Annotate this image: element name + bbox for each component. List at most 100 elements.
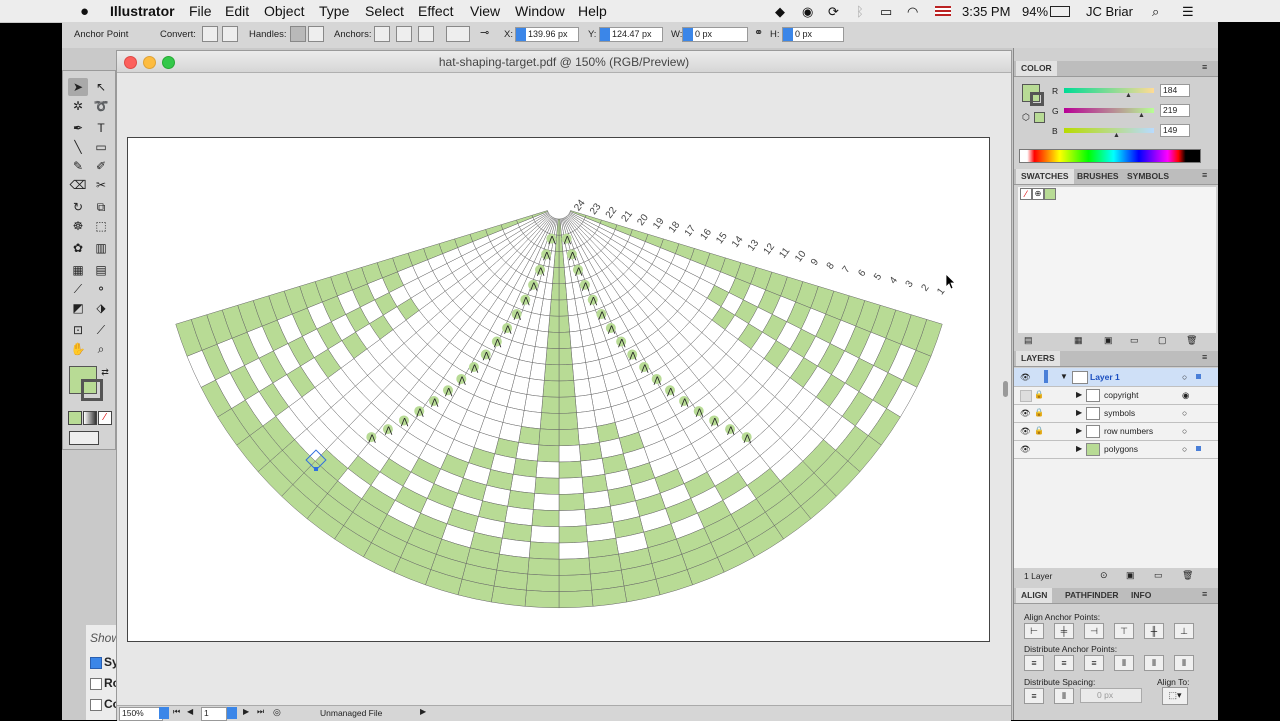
visibility-eye-icon[interactable]: 👁 bbox=[1020, 440, 1031, 458]
distribute-left-button[interactable]: ⫴ bbox=[1114, 655, 1134, 671]
align-to-dropdown[interactable]: ⬚▾ bbox=[1162, 687, 1188, 705]
distribute-top-button[interactable]: ≡ bbox=[1024, 655, 1044, 671]
color-panel-menu-icon[interactable]: ≡ bbox=[1202, 62, 1207, 72]
apple-menu-icon[interactable]: ● bbox=[80, 3, 89, 20]
layers-tab[interactable]: LAYERS bbox=[1016, 351, 1060, 366]
dropbox-icon[interactable]: ◆ bbox=[775, 4, 785, 20]
us-flag-icon[interactable] bbox=[935, 6, 951, 16]
h-stepper[interactable] bbox=[783, 28, 793, 41]
vertical-scrollbar-thumb[interactable] bbox=[1003, 381, 1008, 397]
isolate-icon[interactable]: ⊸ bbox=[480, 26, 496, 42]
info-tab[interactable]: INFO bbox=[1126, 588, 1156, 603]
distribute-hcenter-button[interactable]: ⫴ bbox=[1144, 655, 1164, 671]
hat-chart[interactable]: ⋀⋀⋀⋀⋀⋀⋀⋀⋀⋀⋀⋀⋀⋀⋀⋀⋀⋀⋀⋀⋀⋀⋀⋀⋀⋀⋀⋀⋀⋀⋀⋀⋀⋀123456… bbox=[128, 138, 989, 641]
b-slider-thumb[interactable]: ▲ bbox=[1113, 132, 1120, 139]
color-mode-button[interactable] bbox=[68, 411, 82, 425]
layer-name[interactable]: Layer 1 bbox=[1090, 368, 1120, 386]
menu-window[interactable]: Window bbox=[515, 3, 565, 19]
expand-triangle-icon[interactable]: ▶ bbox=[1076, 422, 1082, 440]
stroke-swatch[interactable] bbox=[81, 379, 103, 401]
target-icon[interactable]: ○ bbox=[1182, 404, 1187, 422]
prev-artboard-icon[interactable]: ◀ bbox=[187, 707, 193, 716]
show-handles-button[interactable] bbox=[290, 26, 306, 42]
color-spectrum-bar[interactable] bbox=[1019, 149, 1201, 163]
b-slider[interactable] bbox=[1064, 128, 1154, 133]
align-left-button[interactable]: ⊢ bbox=[1024, 623, 1044, 639]
w-field[interactable]: 0 px bbox=[682, 27, 748, 42]
target-filled-icon[interactable]: ◉ bbox=[1182, 386, 1189, 404]
warp-tool-icon[interactable]: ☸ bbox=[68, 217, 88, 235]
new-sublayer-icon[interactable]: ▭ bbox=[1154, 570, 1163, 581]
magic-wand-tool-icon[interactable]: ✲ bbox=[68, 97, 88, 115]
last-artboard-icon[interactable]: ⏭ bbox=[257, 707, 264, 717]
visibility-empty-icon[interactable] bbox=[1020, 390, 1032, 402]
distribute-bottom-button[interactable]: ≡ bbox=[1084, 655, 1104, 671]
make-clipping-mask-icon[interactable]: ▣ bbox=[1126, 570, 1135, 581]
cut-path-button[interactable] bbox=[418, 26, 434, 42]
swatch-registration[interactable]: ⊕ bbox=[1032, 188, 1044, 200]
symbols-tab[interactable]: SYMBOLS bbox=[1122, 169, 1174, 184]
r-slider-thumb[interactable]: ▲ bbox=[1125, 92, 1132, 99]
slice-tool-icon[interactable]: ⟋ bbox=[91, 321, 111, 339]
artboard-tool-icon[interactable]: ⊡ bbox=[68, 321, 88, 339]
sublayer-name[interactable]: copyright bbox=[1104, 386, 1139, 404]
symbol-sprayer-tool-icon[interactable]: ✿ bbox=[68, 239, 88, 257]
swatches-tab[interactable]: SWATCHES bbox=[1016, 169, 1074, 184]
record-icon[interactable]: ◉ bbox=[802, 4, 813, 20]
layer-row-layer1[interactable]: 👁 ▼ Layer 1 ○ bbox=[1014, 368, 1219, 387]
expand-triangle-icon[interactable]: ▶ bbox=[1076, 404, 1082, 422]
pathfinder-tab[interactable]: PATHFINDER bbox=[1060, 588, 1124, 603]
connect-anchors-button[interactable] bbox=[396, 26, 412, 42]
menu-effect[interactable]: Effect bbox=[418, 3, 454, 19]
y-stepper[interactable] bbox=[600, 28, 610, 41]
color-tab[interactable]: COLOR bbox=[1016, 61, 1057, 76]
zoom-tool-icon[interactable]: ⌕ bbox=[91, 340, 111, 358]
show-kinds-icon[interactable]: ▦ bbox=[1074, 335, 1083, 346]
checkbox-2[interactable] bbox=[90, 678, 102, 690]
swap-fill-stroke-icon[interactable]: ⇄ bbox=[95, 363, 115, 381]
distribute-right-button[interactable]: ⫴ bbox=[1174, 655, 1194, 671]
lock-icon[interactable]: 🔒 bbox=[1034, 422, 1044, 440]
delete-layer-icon[interactable]: 🗑 bbox=[1182, 570, 1193, 581]
notification-center-icon[interactable]: ☰ bbox=[1182, 4, 1194, 20]
layers-panel-menu-icon[interactable]: ≡ bbox=[1202, 352, 1207, 362]
new-color-group-icon[interactable]: ▭ bbox=[1130, 335, 1139, 346]
artboard-dropdown[interactable] bbox=[227, 707, 237, 719]
blend-tool-icon[interactable]: ⚬ bbox=[91, 280, 111, 298]
selection-tool-icon[interactable]: ➤ bbox=[68, 78, 88, 96]
convert-smooth-button[interactable] bbox=[222, 26, 238, 42]
h-field[interactable]: 0 px bbox=[782, 27, 844, 42]
zoom-dropdown[interactable] bbox=[159, 707, 169, 719]
swatch-green[interactable] bbox=[1044, 188, 1056, 200]
distribute-vcenter-button[interactable]: ≡ bbox=[1054, 655, 1074, 671]
spotlight-icon[interactable]: ⌕ bbox=[1152, 4, 1159, 20]
menu-view[interactable]: View bbox=[470, 3, 500, 19]
target-icon[interactable]: ○ bbox=[1182, 422, 1187, 440]
distribute-vertical-space-button[interactable]: ≡ bbox=[1024, 688, 1044, 704]
hand-tool-icon[interactable]: ✋ bbox=[68, 340, 88, 358]
mesh-tool-icon[interactable]: ▦ bbox=[68, 261, 88, 279]
locate-object-icon[interactable]: ⊙ bbox=[1100, 570, 1108, 581]
sublayer-name[interactable]: polygons bbox=[1104, 440, 1138, 458]
free-transform-tool-icon[interactable]: ⬚ bbox=[91, 217, 111, 235]
x-stepper[interactable] bbox=[516, 28, 526, 41]
type-tool-icon[interactable]: T bbox=[91, 119, 111, 137]
web-safe-swatch[interactable] bbox=[1034, 112, 1045, 123]
constrain-proportions-icon[interactable]: ⚭ bbox=[754, 26, 770, 42]
lock-icon[interactable]: 🔒 bbox=[1034, 404, 1044, 422]
menu-file[interactable]: File bbox=[189, 3, 212, 19]
checkbox-checked[interactable] bbox=[90, 657, 102, 669]
expand-triangle-icon[interactable]: ▶ bbox=[1076, 440, 1082, 458]
w-stepper[interactable] bbox=[683, 28, 693, 41]
sublayer-name[interactable]: row numbers bbox=[1104, 422, 1153, 440]
scale-tool-icon[interactable]: ⧉ bbox=[91, 198, 111, 216]
target-icon[interactable]: ○ bbox=[1182, 368, 1187, 386]
delete-swatch-icon[interactable]: 🗑 bbox=[1186, 335, 1197, 346]
menu-object[interactable]: Object bbox=[264, 3, 304, 19]
selection-indicator[interactable] bbox=[1196, 446, 1201, 451]
rotate-tool-icon[interactable]: ↻ bbox=[68, 198, 88, 216]
out-of-gamut-icon[interactable]: ⬡ bbox=[1022, 112, 1030, 123]
paintbrush-tool-icon[interactable]: ✎ bbox=[68, 157, 88, 175]
distribute-horizontal-space-button[interactable]: ⫴ bbox=[1054, 688, 1074, 704]
status-menu-arrow[interactable]: ▶ bbox=[420, 707, 426, 716]
